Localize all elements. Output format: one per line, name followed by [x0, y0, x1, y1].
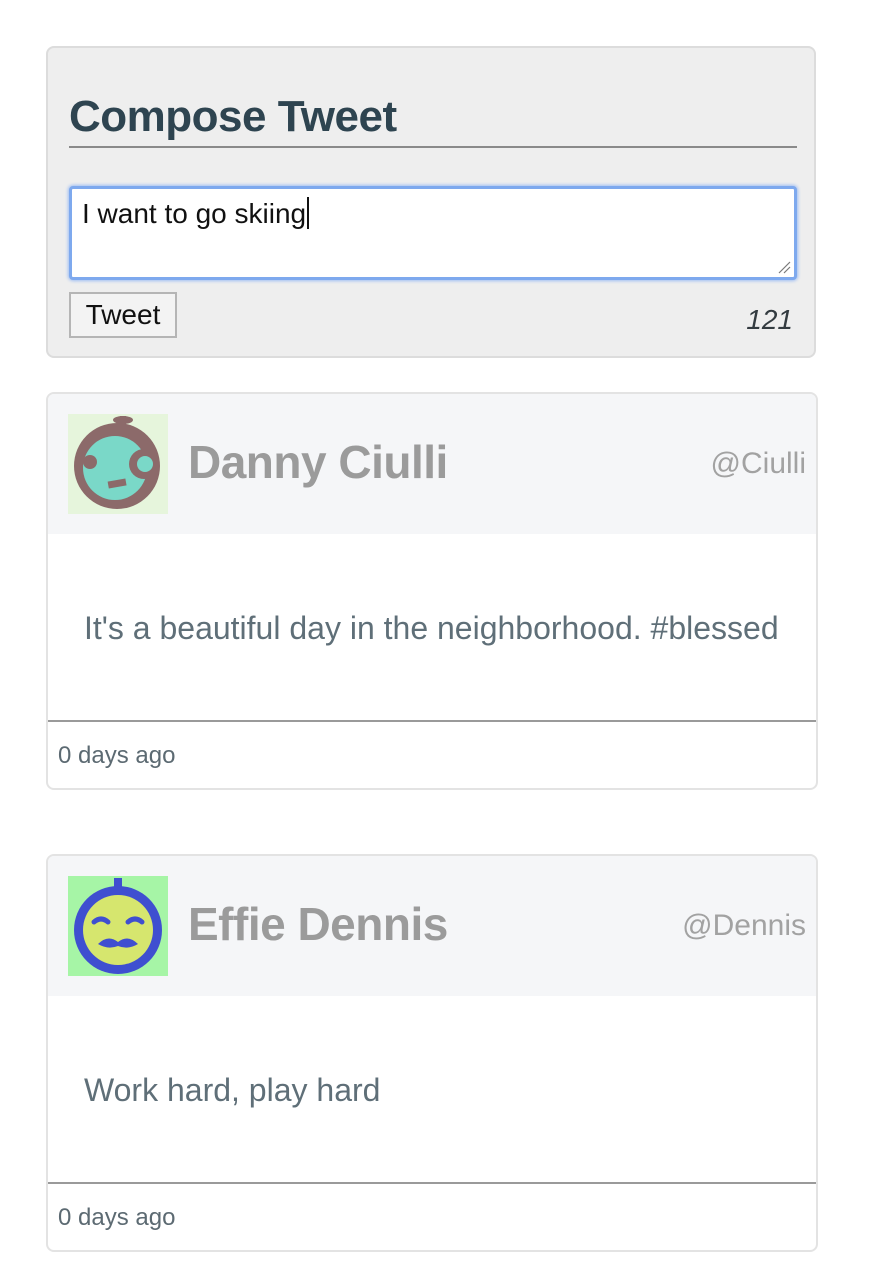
compose-tweet-panel: Compose Tweet I want to go skiing Tweet … [46, 46, 816, 358]
character-counter: 121 [746, 304, 793, 335]
tweet-author-name[interactable]: Danny Ciulli [188, 434, 448, 490]
tweet-footer: 0 days ago [48, 720, 816, 788]
tweet-header: Effie Dennis @Dennis [48, 856, 816, 996]
compose-title: Compose Tweet [69, 88, 797, 148]
tweet-textarea[interactable]: I want to go skiing [69, 186, 797, 280]
tweet-card: Effie Dennis @Dennis Work hard, play har… [46, 854, 818, 1252]
tweet-timestamp: 0 days ago [58, 1204, 176, 1231]
tweet-card: Danny Ciulli @Ciulli It's a beautiful da… [46, 392, 818, 790]
tweet-author-handle[interactable]: @Ciulli [711, 444, 806, 484]
robot-face-avatar-icon[interactable] [68, 414, 168, 514]
tweet-footer: 0 days ago [48, 1182, 816, 1250]
tweet-text: Work hard, play hard [84, 1072, 381, 1108]
tweet-header: Danny Ciulli @Ciulli [48, 394, 816, 534]
tweet-timestamp: 0 days ago [58, 742, 176, 769]
tweet-button[interactable]: Tweet [69, 292, 177, 338]
tweet-author-handle[interactable]: @Dennis [682, 906, 806, 946]
resize-grip-icon[interactable] [777, 260, 791, 274]
tweet-textarea-value: I want to go skiing [82, 198, 307, 229]
mustache-face-avatar-icon[interactable] [68, 876, 168, 976]
tweet-author-name[interactable]: Effie Dennis [188, 896, 448, 952]
text-caret [307, 197, 310, 229]
tweet-text: It's a beautiful day in the neighborhood… [84, 610, 779, 646]
